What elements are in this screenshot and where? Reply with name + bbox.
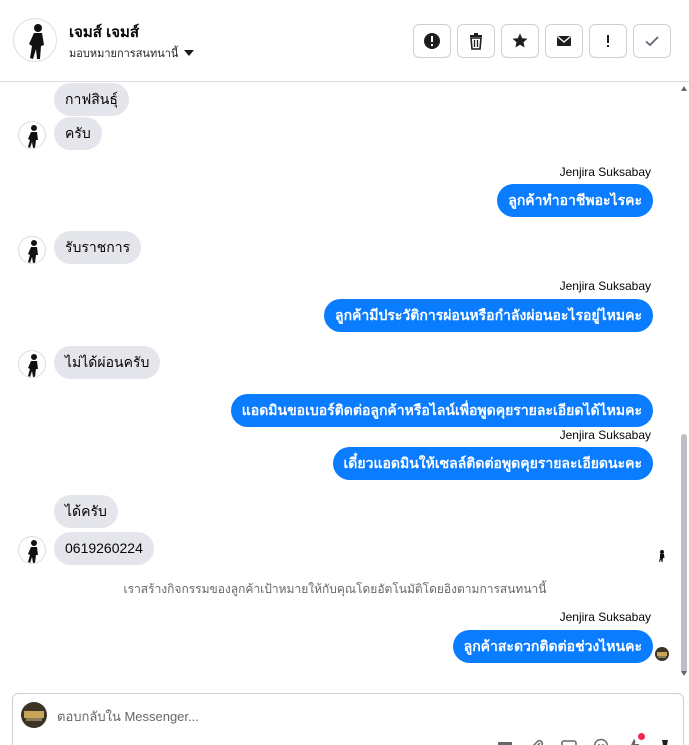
conversation-header: เจมส์ เจมส์ มอบหมายการสนทนานี้ bbox=[0, 0, 689, 82]
sender-name: Jenjira Suksabay bbox=[559, 428, 651, 442]
seen-receipt-avatar bbox=[655, 647, 669, 661]
mark-spam-button[interactable] bbox=[413, 24, 451, 58]
important-button[interactable] bbox=[589, 24, 627, 58]
contact-mini-avatar bbox=[18, 236, 46, 264]
scroll-down-icon[interactable] bbox=[681, 671, 687, 676]
contact-name: เจมส์ เจมส์ bbox=[69, 24, 140, 41]
outgoing-message: ลูกค้าสะดวกติดต่อช่วงไหนคะ bbox=[452, 630, 653, 663]
incoming-message: ไม่ได้ผ่อนครับ bbox=[54, 346, 161, 379]
message-thread: กาฟสินธุ์ ครับ Jenjira Suksabay ลูกค้าทำ… bbox=[0, 83, 689, 680]
sender-name: Jenjira Suksabay bbox=[559, 610, 651, 624]
trash-icon bbox=[470, 33, 482, 50]
outgoing-message: ลูกค้ามีประวัติการผ่อนหรือกำลังผ่อนอะไรอ… bbox=[323, 299, 653, 332]
alert-circle-icon bbox=[424, 33, 440, 49]
incoming-message: กาฟสินธุ์ bbox=[54, 83, 129, 116]
contact-mini-avatar bbox=[18, 121, 46, 149]
system-note: เราสร้างกิจกรรมของลูกค้าเป้าหมายให้กับคุ… bbox=[123, 582, 547, 596]
emoji-icon[interactable] bbox=[593, 738, 609, 745]
reply-composer bbox=[12, 693, 684, 745]
scroll-up-icon[interactable] bbox=[681, 86, 687, 91]
assign-conversation-dropdown[interactable]: มอบหมายการสนทนานี้ bbox=[69, 44, 195, 62]
notification-dot bbox=[638, 733, 645, 740]
chat-scrollbar[interactable] bbox=[681, 86, 687, 676]
incoming-message: ครับ bbox=[54, 117, 102, 150]
star-icon bbox=[512, 33, 528, 48]
check-icon bbox=[645, 36, 659, 47]
scroll-thumb[interactable] bbox=[681, 434, 687, 674]
caret-down-icon bbox=[184, 50, 195, 56]
sender-name: Jenjira Suksabay bbox=[559, 165, 651, 179]
contact-avatar[interactable] bbox=[13, 18, 57, 62]
incoming-message: รับราชการ bbox=[54, 231, 142, 264]
mark-done-button[interactable] bbox=[633, 24, 671, 58]
incoming-message: 0619260224 bbox=[54, 532, 154, 565]
mail-icon bbox=[557, 35, 571, 46]
reply-input[interactable] bbox=[57, 706, 617, 726]
incoming-message: ได้ครับ bbox=[54, 495, 118, 528]
mark-unread-button[interactable] bbox=[545, 24, 583, 58]
outgoing-message: แอดมินขอเบอร์ติดต่อลูกค้าหรือไลน์เพื่อพู… bbox=[230, 394, 653, 427]
composer-tools bbox=[497, 733, 673, 745]
attachment-icon[interactable] bbox=[529, 738, 545, 745]
like-icon[interactable] bbox=[625, 733, 645, 745]
sender-name: Jenjira Suksabay bbox=[559, 279, 651, 293]
star-button[interactable] bbox=[501, 24, 539, 58]
contact-mini-avatar bbox=[18, 350, 46, 378]
conversation-toolbar bbox=[413, 24, 671, 58]
pin-icon[interactable] bbox=[657, 738, 673, 745]
seen-receipt-avatar bbox=[655, 549, 669, 563]
page-avatar bbox=[21, 702, 47, 728]
assign-label: มอบหมายการสนทนานี้ bbox=[69, 48, 179, 60]
outgoing-message: เดี๋ยวแอดมินให้เซลล์ติดต่อพูดคุยรายละเอี… bbox=[332, 447, 653, 480]
gift-icon[interactable] bbox=[497, 738, 513, 745]
gif-icon[interactable] bbox=[561, 738, 577, 745]
exclamation-icon bbox=[607, 35, 609, 47]
contact-mini-avatar bbox=[18, 536, 46, 564]
outgoing-message: ลูกค้าทำอาชีพอะไรคะ bbox=[497, 184, 653, 217]
delete-button[interactable] bbox=[457, 24, 495, 58]
